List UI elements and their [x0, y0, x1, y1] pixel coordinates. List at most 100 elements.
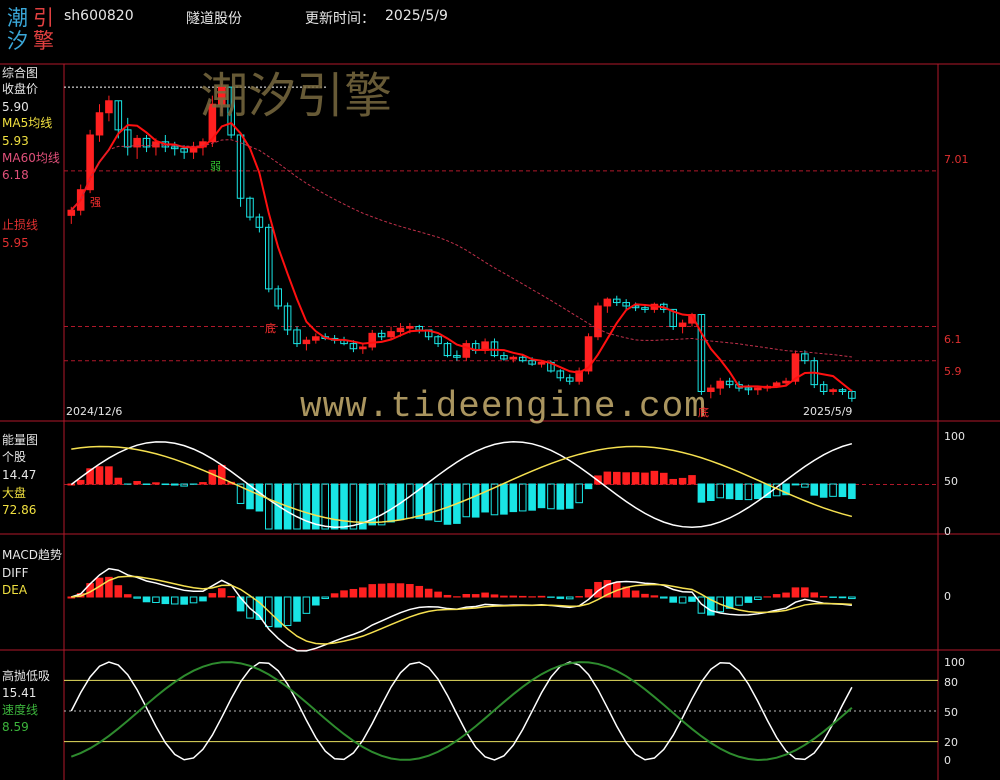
kd-axis-20: 20 [944, 736, 958, 749]
macd-bar [641, 593, 649, 598]
kd-axis-50: 50 [944, 706, 958, 719]
ma5-line [70, 121, 853, 392]
macd-bar [406, 584, 414, 598]
energy-bar [650, 470, 659, 485]
energy-bar [208, 469, 217, 485]
candle-body [829, 389, 837, 392]
dea-line [71, 575, 852, 645]
energy-bar [312, 483, 320, 530]
candle-body [387, 331, 395, 338]
macd-bar [368, 584, 377, 598]
dea-label: DEA [2, 583, 28, 597]
energy-bar [387, 483, 395, 523]
energy-panel-title: 能量图 [2, 433, 39, 447]
macd-bar [744, 596, 753, 603]
speed-value: 8.59 [2, 720, 29, 734]
macd-bar [170, 596, 179, 605]
energy-bar [584, 483, 593, 490]
energy-bar [161, 483, 170, 486]
energy-bar [660, 472, 668, 485]
macd-bar [189, 596, 198, 604]
macd-bar [236, 596, 245, 612]
energy-bar [321, 483, 330, 530]
ma5-value: 5.93 [2, 134, 29, 148]
energy-bar [754, 483, 762, 500]
macd-bar [848, 596, 856, 600]
macd-bar [650, 595, 659, 598]
candle-body [707, 387, 715, 392]
macd-bar [217, 588, 226, 598]
energy-axis-100: 100 [944, 430, 965, 443]
energy-bar [575, 483, 583, 504]
energy-bar [537, 483, 546, 509]
market-energy-line [71, 445, 853, 524]
macd-bar [782, 592, 790, 598]
energy-bar [838, 483, 847, 498]
macd-bar [340, 590, 348, 598]
macd-bar [293, 596, 301, 622]
energy-bar [801, 483, 809, 488]
candle-body [95, 112, 104, 136]
close-value: 5.90 [2, 100, 29, 114]
kd-axis-0: 0 [944, 754, 951, 767]
candle-body [302, 339, 311, 345]
energy-bar [255, 483, 264, 512]
energy-bar [819, 483, 828, 498]
date-end: 2025/5/9 [803, 405, 853, 418]
macd-bar [396, 583, 405, 598]
candle-body [716, 380, 725, 389]
energy-bar [133, 481, 141, 485]
stock-energy-label: 个股 [2, 450, 27, 464]
energy-bar [114, 477, 123, 485]
macd-bar [669, 596, 677, 603]
main-panel-title: 综合图 [2, 66, 39, 80]
candle-body [217, 86, 226, 105]
energy-bar [518, 483, 527, 512]
macd-bar [754, 596, 762, 600]
market-energy-value: 72.86 [2, 503, 37, 517]
macd-bar [660, 596, 668, 599]
energy-bar [707, 483, 715, 502]
main-axis-7-01: 7.01 [944, 153, 969, 166]
candle-body [603, 298, 612, 307]
macd-bar [123, 594, 132, 598]
energy-bar [612, 471, 621, 485]
macd-bar [330, 593, 339, 598]
macd-bar [302, 596, 311, 614]
energy-bar [528, 483, 536, 511]
candle-body [594, 305, 602, 338]
candle-body [678, 322, 687, 327]
chart-canvas[interactable] [0, 0, 1000, 780]
kd-axis-100: 100 [944, 656, 965, 669]
macd-bar [631, 590, 640, 598]
candle-body [105, 100, 113, 114]
macd-bar [161, 596, 170, 605]
energy-bar [725, 483, 734, 500]
main-axis-5-9: 5.9 [944, 365, 962, 378]
macd-bar [443, 594, 452, 598]
energy-bar [434, 483, 442, 522]
stop-value: 5.95 [2, 236, 29, 250]
energy-bar [697, 483, 706, 503]
energy-bar [406, 483, 414, 519]
macd-bar [434, 591, 442, 598]
energy-bar [377, 483, 386, 526]
energy-bar [688, 475, 696, 485]
macd-bar [312, 596, 320, 606]
macd-bar [142, 596, 151, 603]
candle-body [67, 209, 76, 216]
energy-bar [471, 483, 480, 518]
candle-body [754, 387, 762, 391]
energy-bar [716, 483, 725, 499]
macd-bar [509, 595, 518, 598]
ma60-label: MA60均线 [2, 151, 60, 165]
energy-bar [735, 483, 743, 501]
energy-bar [678, 477, 687, 485]
candle-body [509, 356, 518, 360]
date-start: 2024/12/6 [66, 405, 123, 418]
candle-body [537, 361, 546, 365]
candle-body [396, 327, 405, 333]
energy-bar [631, 472, 640, 485]
energy-bar [622, 472, 630, 485]
energy-bar [265, 483, 273, 530]
